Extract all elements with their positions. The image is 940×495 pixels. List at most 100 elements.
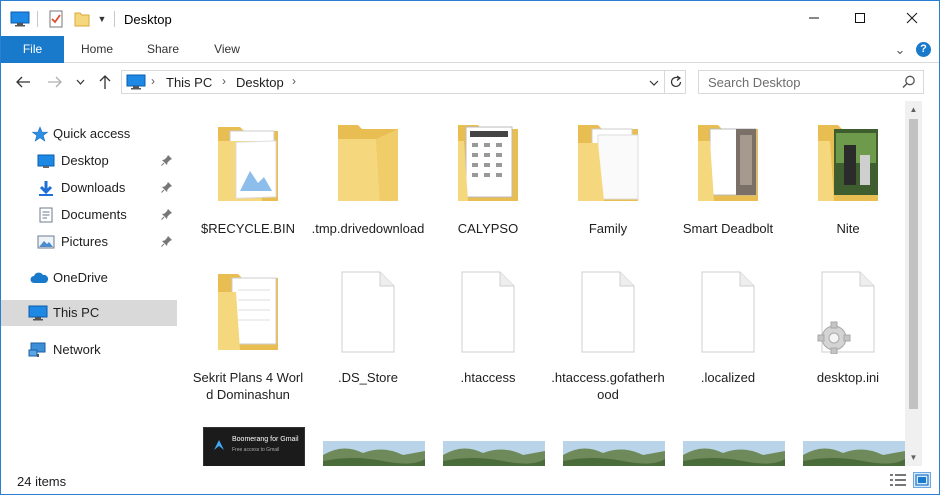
desktop-icon [37, 153, 55, 169]
file-name: .DS_Store [338, 370, 398, 385]
file-item[interactable]: Family [551, 101, 665, 251]
details-view-icon[interactable] [889, 472, 907, 488]
file-item[interactable]: .htaccess [431, 250, 545, 400]
file-name: .htaccess.gofatherhood [551, 370, 665, 402]
file-name: .htaccess [460, 370, 516, 385]
folder-with-document-icon [458, 125, 518, 201]
onedrive-cloud-icon [29, 270, 49, 286]
landscape-thumbnail[interactable] [683, 441, 785, 466]
file-item[interactable]: .htaccess.gofatherhood [551, 250, 665, 402]
tab-file[interactable]: File [1, 36, 64, 63]
nav-item-pictures[interactable]: Pictures [1, 229, 177, 255]
file-item[interactable]: .localized [671, 250, 785, 400]
file-item[interactable]: Sekrit Plans 4 World Dominashun [191, 250, 305, 402]
blank-file-icon [461, 271, 515, 353]
tab-view[interactable]: View [201, 36, 253, 63]
documents-icon [38, 207, 56, 223]
pin-icon[interactable] [161, 208, 173, 220]
file-thumbnail-boomerang[interactable]: Boomerang for Gmail Free access to Gmail [203, 427, 305, 466]
search-icon[interactable] [902, 75, 916, 92]
nav-quick-access[interactable]: Quick access [1, 121, 177, 147]
file-item[interactable]: desktop.ini [791, 250, 905, 400]
nav-quick-access-label: Quick access [53, 126, 131, 141]
address-bar[interactable]: › This PC › Desktop › [121, 70, 686, 94]
file-name: .localized [700, 370, 756, 385]
pin-icon[interactable] [161, 235, 173, 247]
file-item[interactable]: Nite [791, 101, 905, 251]
status-bar: 24 items [1, 466, 939, 494]
file-name: CALYPSO [457, 221, 519, 236]
breadcrumb-desktop[interactable]: Desktop [236, 75, 284, 90]
maximize-button[interactable] [837, 1, 883, 34]
folder-with-pictures-icon [218, 127, 278, 201]
file-item[interactable]: CALYPSO [431, 101, 545, 251]
nav-item-downloads-label: Downloads [61, 180, 126, 195]
title-separator [114, 11, 115, 27]
boomerang-subcaption: Free access to Gmail [232, 447, 280, 453]
forward-button[interactable] [45, 72, 65, 92]
search-input[interactable] [708, 74, 898, 90]
file-name: $RECYCLE.BIN [201, 221, 295, 236]
file-item[interactable]: $RECYCLE.BIN [191, 101, 305, 251]
file-item[interactable]: Smart Deadbolt [671, 101, 785, 251]
landscape-thumbnail[interactable] [443, 441, 545, 466]
breadcrumb-this-pc[interactable]: This PC [166, 75, 212, 90]
this-pc-icon [126, 74, 146, 93]
landscape-thumbnail[interactable] [323, 441, 425, 466]
file-name: .tmp.drivedownload [311, 221, 425, 236]
landscape-thumbnail[interactable] [803, 441, 905, 466]
nav-item-downloads[interactable]: Downloads [1, 175, 177, 201]
boomerang-caption: Boomerang for Gmail [232, 436, 299, 443]
blank-file-icon [581, 271, 635, 353]
landscape-thumbnail[interactable] [563, 441, 665, 466]
scrollbar-thumb[interactable] [909, 119, 918, 409]
scroll-down-arrow-icon[interactable]: ▼ [905, 449, 922, 466]
quick-access-toolbar-dropdown-icon[interactable]: ▼ [96, 10, 108, 28]
vertical-scrollbar[interactable]: ▲ ▼ [905, 101, 922, 466]
window-app-icon[interactable] [9, 10, 31, 28]
file-name: Family [588, 221, 628, 236]
new-folder-icon[interactable] [72, 10, 92, 28]
ribbon: File Home Share View ⌄ ? [1, 36, 939, 63]
nav-item-onedrive[interactable]: OneDrive [1, 265, 177, 291]
close-button[interactable] [889, 1, 935, 34]
tab-share[interactable]: Share [137, 36, 189, 63]
breadcrumb-separator-icon[interactable]: › [151, 74, 155, 88]
nav-item-network[interactable]: Network [1, 337, 177, 363]
minimize-button[interactable] [791, 1, 837, 34]
nav-item-this-pc[interactable]: This PC [1, 300, 177, 326]
folder-with-images-icon [698, 125, 758, 201]
folder-with-documents-icon [578, 125, 639, 201]
this-pc-icon [28, 305, 48, 321]
file-name: Sekrit Plans 4 World Dominashun [192, 370, 304, 402]
address-history-dropdown-icon[interactable] [649, 76, 659, 90]
nav-item-documents[interactable]: Documents [1, 202, 177, 228]
title-bar: ▼ Desktop [1, 1, 939, 36]
item-count: 24 items [17, 474, 67, 489]
file-name: Nite [836, 221, 860, 236]
file-item[interactable]: .DS_Store [311, 250, 425, 400]
properties-icon[interactable] [46, 10, 66, 28]
pin-icon[interactable] [161, 154, 173, 166]
tab-home[interactable]: Home [71, 36, 123, 63]
refresh-icon[interactable] [669, 75, 683, 92]
search-box [698, 70, 924, 94]
scroll-up-arrow-icon[interactable]: ▲ [905, 101, 922, 118]
recent-locations-dropdown-icon[interactable] [73, 72, 87, 92]
back-button[interactable] [13, 72, 33, 92]
network-icon [28, 342, 46, 358]
breadcrumb-separator-icon[interactable]: › [292, 74, 296, 88]
help-icon[interactable]: ? [916, 42, 931, 57]
address-divider [664, 70, 665, 94]
up-button[interactable] [95, 72, 115, 92]
file-name: desktop.ini [816, 370, 880, 385]
large-icons-view-icon[interactable] [913, 472, 931, 488]
file-item[interactable]: .tmp.drivedownload [311, 101, 425, 251]
title-separator [37, 11, 38, 27]
breadcrumb-separator-icon[interactable]: › [222, 74, 226, 88]
ribbon-expand-chevron-icon[interactable]: ⌄ [891, 36, 909, 63]
pin-icon[interactable] [161, 181, 173, 193]
pictures-icon [37, 234, 55, 250]
address-row: › This PC › Desktop › [1, 63, 939, 101]
nav-item-desktop[interactable]: Desktop [1, 148, 177, 174]
